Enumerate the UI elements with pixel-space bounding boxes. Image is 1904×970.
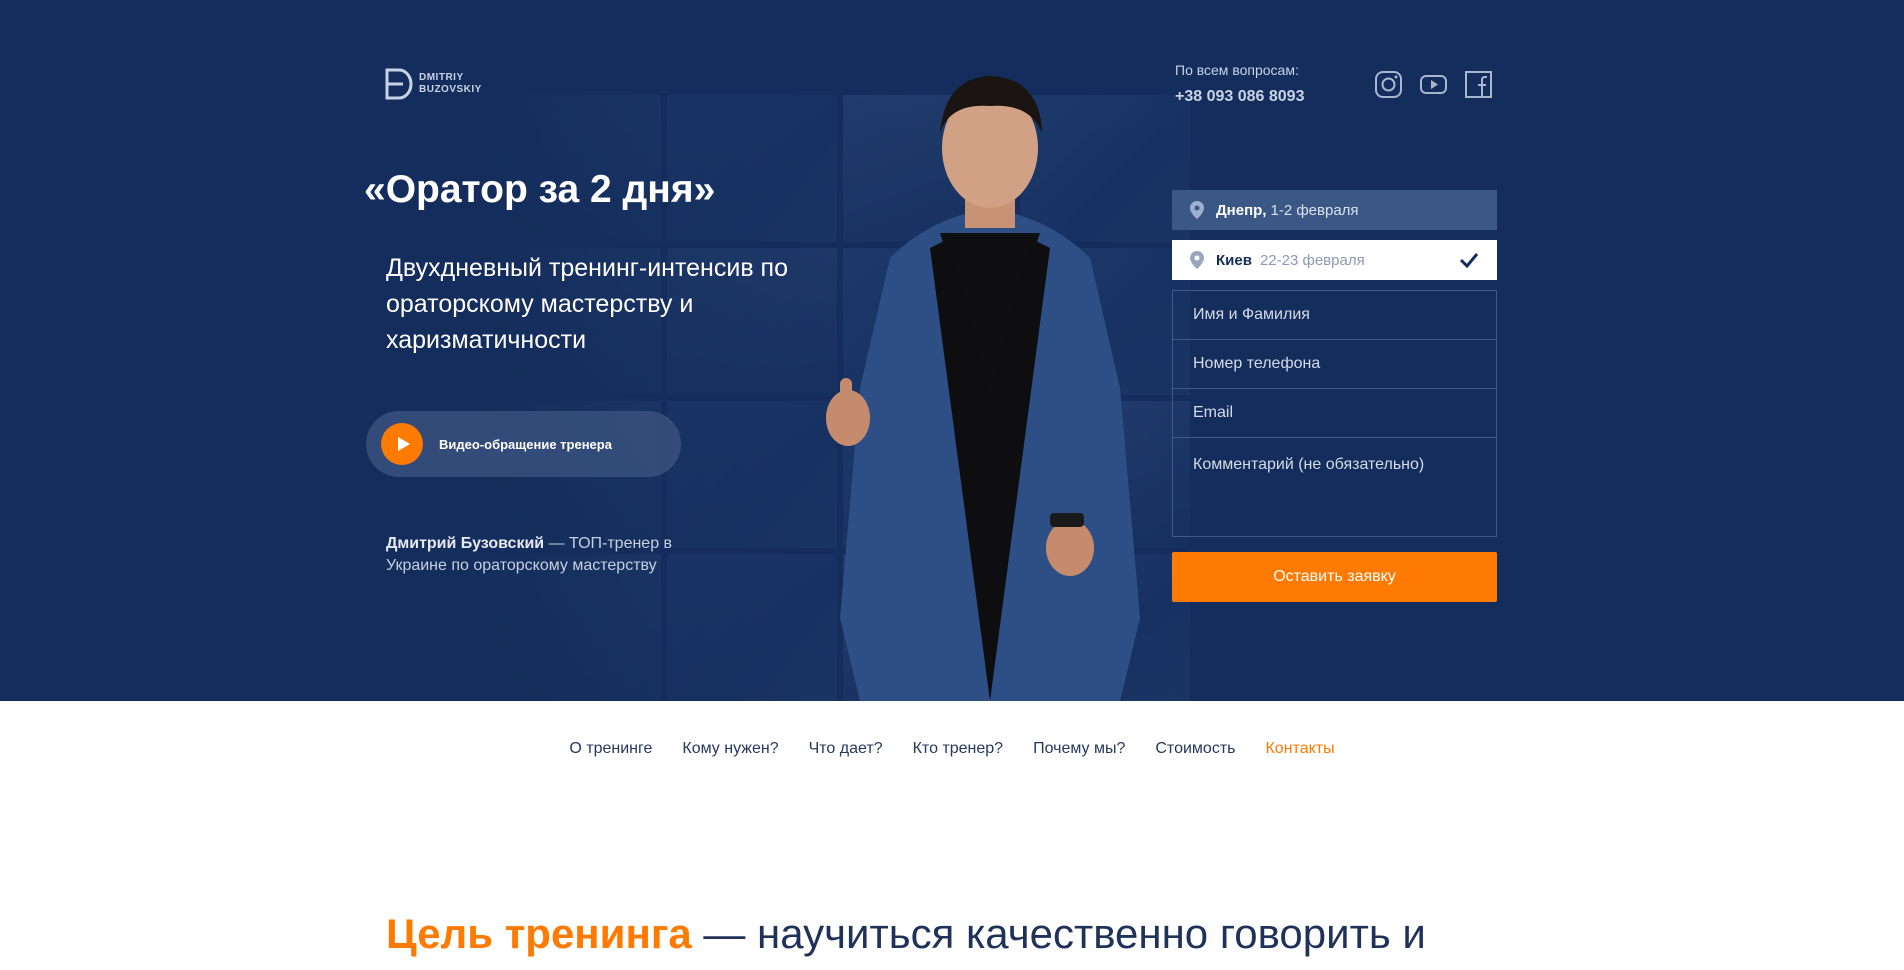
nav-item-benefits[interactable]: Что дает? [809,740,883,758]
registration-form: Днепр, 1-2 февраля Киев 22-23 февраля Ос… [1172,190,1497,602]
facebook-icon[interactable] [1464,70,1493,99]
main-nav: О тренинге Кому нужен? Что дает? Кто тре… [0,740,1904,758]
logo-mark-icon [385,68,413,100]
city-date: 22-23 февраля [1259,251,1365,269]
city-option-dnepr[interactable]: Днепр, 1-2 февраля [1172,190,1497,230]
city-date: 1-2 февраля [1270,201,1359,219]
nav-item-price[interactable]: Стоимость [1155,740,1235,758]
nav-item-who-needs[interactable]: Кому нужен? [682,740,778,758]
play-icon [381,423,423,465]
hero-subtitle: Двухдневный тренинг-интенсив по ораторск… [386,254,788,354]
goal-text: — научиться качественно говорить и [691,910,1426,957]
nav-item-trainer[interactable]: Кто тренер? [913,740,1003,758]
video-appeal-button[interactable]: Видео-обращение тренера [366,411,681,477]
submit-request-button[interactable]: Оставить заявку [1172,552,1497,602]
logo-line-1: DMITRIY [419,72,464,83]
full-name-field[interactable] [1172,290,1497,339]
city-name: Днепр, [1216,201,1267,219]
trainer-photo [826,76,1140,701]
comment-field[interactable] [1172,437,1497,537]
goal-accent: Цель тренинга [386,910,692,957]
contact-block: По всем вопросам: +38 093 086 8093 [1175,62,1304,106]
contact-phone[interactable]: +38 093 086 8093 [1175,88,1304,106]
phone-field[interactable] [1172,339,1497,388]
page-title: «Оратор за 2 дня» [364,168,716,211]
location-pin-icon [1190,201,1204,219]
instagram-icon[interactable] [1374,70,1403,99]
youtube-icon[interactable] [1419,70,1448,99]
city-option-kiev[interactable]: Киев 22-23 февраля [1172,240,1497,280]
logo-line-2: BUZOVSKIY [419,84,482,95]
email-field[interactable] [1172,388,1497,437]
nav-item-contacts[interactable]: Контакты [1265,740,1334,758]
nav-item-why-us[interactable]: Почему мы? [1033,740,1125,758]
brand-logo[interactable]: DMITRIY BUZOVSKIY [385,68,482,100]
trainer-name: Дмитрий Бузовский [386,535,545,552]
hero-section: DMITRIY BUZOVSKIY «Оратор за 2 дня» Двух… [0,0,1904,701]
contact-label: По всем вопросам: [1175,62,1299,78]
video-appeal-label: Видео-обращение тренера [439,436,612,452]
location-pin-icon [1190,251,1204,269]
trainer-note: Дмитрий Бузовский — ТОП-тренер в Украине… [386,533,686,577]
city-name: Киев [1216,251,1252,269]
checkmark-icon [1459,253,1479,268]
nav-item-about[interactable]: О тренинге [569,740,652,758]
social-links [1374,70,1493,99]
goal-heading: Цель тренинга — научиться качественно го… [386,910,1426,958]
